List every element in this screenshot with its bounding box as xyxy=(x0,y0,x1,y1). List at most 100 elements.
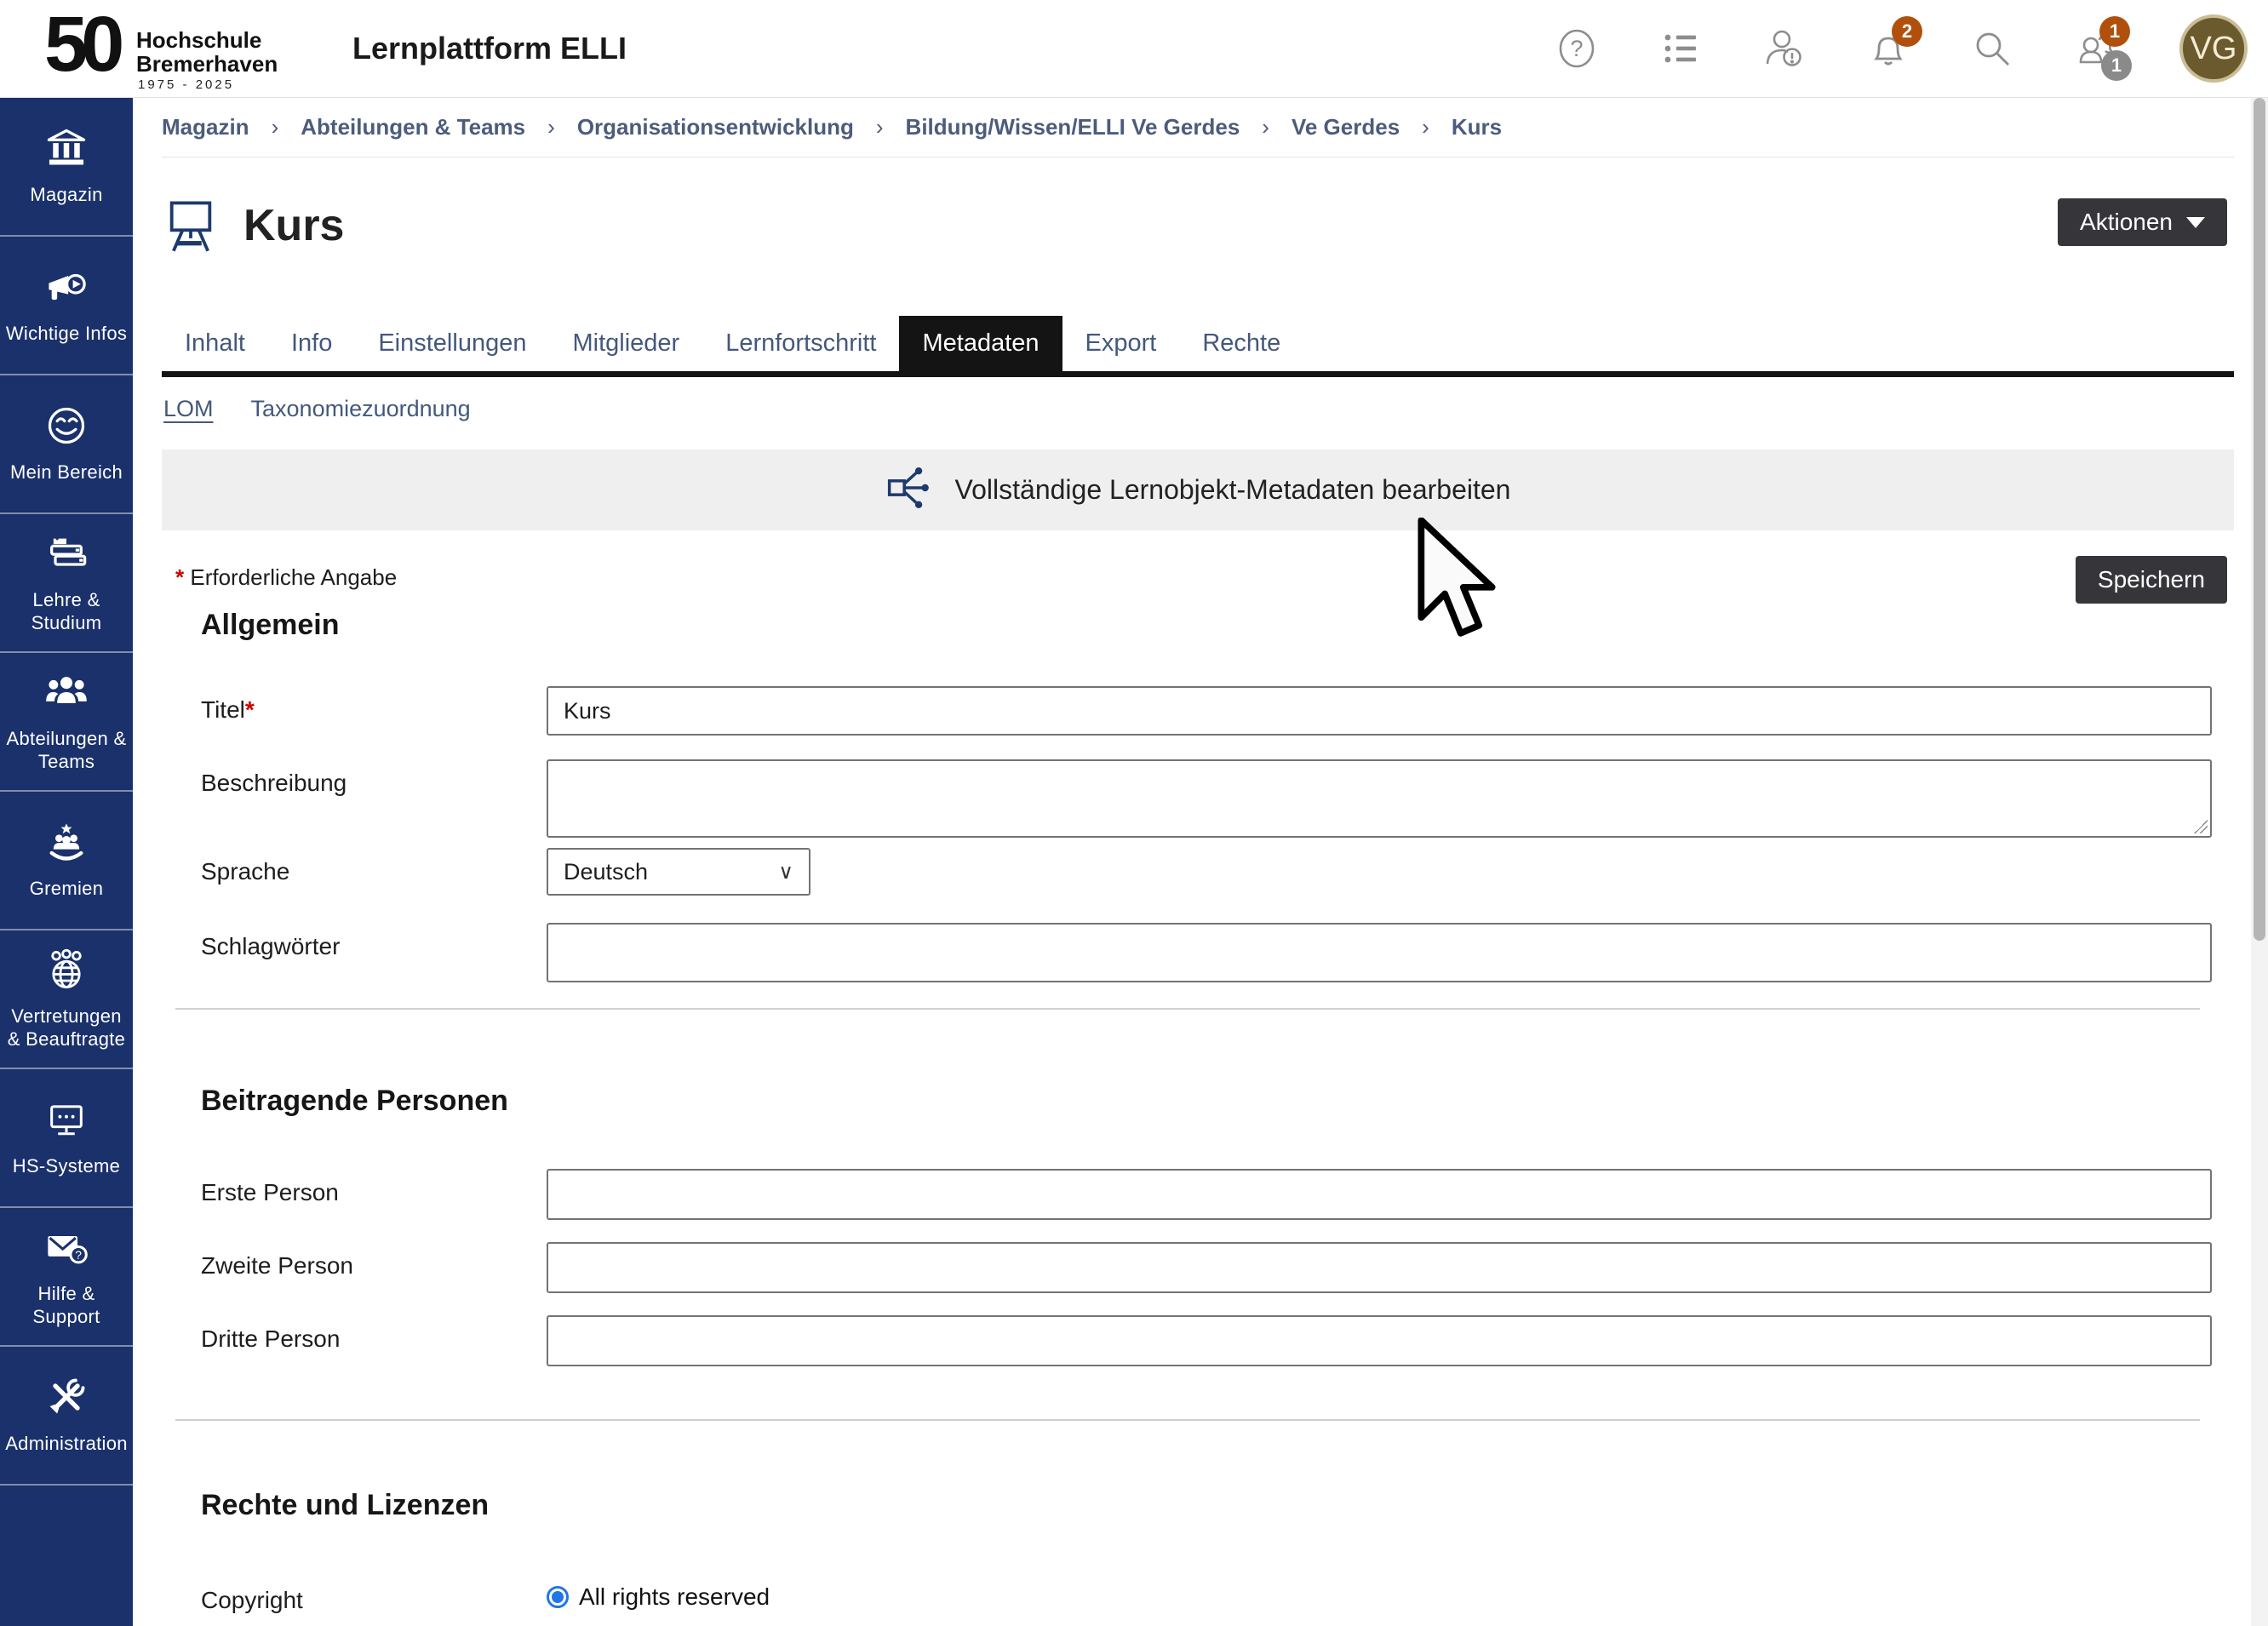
resize-grip[interactable] xyxy=(2194,820,2208,833)
sidebar-item-label: Lehre & Studium xyxy=(3,588,130,635)
sidebar-item-mein-bereich[interactable]: Mein Bereich xyxy=(0,375,133,514)
sidebar-item-label: Vertretungen & Beauftragte xyxy=(3,1005,130,1051)
notifications-badge: 2 xyxy=(1892,16,1922,47)
copyright-radio-option[interactable]: All rights reserved xyxy=(547,1577,2212,1611)
breadcrumb-separator: › xyxy=(547,114,555,140)
help-icon[interactable]: ? xyxy=(1556,28,1597,69)
subtab-bar: LOM Taxonomiezuordnung xyxy=(162,377,2234,439)
books-icon xyxy=(44,531,89,588)
course-easel-icon xyxy=(162,195,220,256)
globe-people-icon xyxy=(44,948,89,1005)
logo-50: 50 xyxy=(44,8,117,82)
field-label-beschreibung: Beschreibung xyxy=(201,759,547,797)
tab-rechte[interactable]: Rechte xyxy=(1179,316,1303,371)
radio-selected-icon[interactable] xyxy=(547,1586,569,1608)
breadcrumb-link[interactable]: Magazin xyxy=(162,114,249,140)
subtab-lom[interactable]: LOM xyxy=(163,396,214,422)
actions-button[interactable]: Aktionen xyxy=(2058,198,2227,246)
university-logo[interactable]: 50 Hochschule Bremerhaven 1975 - 2025 xyxy=(44,6,300,91)
breadcrumb-link[interactable]: Ve Gerdes xyxy=(1292,114,1400,140)
page-title-row: Kurs Aktionen xyxy=(162,186,2234,265)
save-button[interactable]: Speichern xyxy=(2076,556,2227,604)
sidebar-item-gremien[interactable]: Gremien xyxy=(0,792,133,930)
sidebar-item-vertretungen[interactable]: Vertretungen & Beauftragte xyxy=(0,930,133,1069)
tab-einstellungen[interactable]: Einstellungen xyxy=(355,316,549,371)
form-row-titel: Titel* xyxy=(162,686,2234,736)
sidebar-item-wichtige-infos[interactable]: Wichtige Infos xyxy=(0,237,133,375)
logo-years: 1975 - 2025 xyxy=(138,77,234,92)
tab-mitglieder[interactable]: Mitglieder xyxy=(549,316,702,371)
vertical-scrollbar[interactable] xyxy=(2251,98,2268,1626)
schlagwoerter-input[interactable] xyxy=(547,923,2212,982)
erste-person-input[interactable] xyxy=(547,1169,2212,1220)
avatar[interactable]: VG xyxy=(2179,14,2248,83)
bell-icon[interactable]: 2 xyxy=(1868,28,1909,69)
breadcrumb-separator: › xyxy=(1422,114,1429,140)
field-label-dritte-person: Dritte Person xyxy=(201,1315,547,1353)
section-divider xyxy=(175,1008,2200,1010)
breadcrumb-link[interactable]: Organisationsentwicklung xyxy=(577,114,854,140)
edit-full-metadata-link[interactable]: Vollständige Lernobjekt-Metadaten bearbe… xyxy=(162,449,2234,530)
breadcrumb-separator: › xyxy=(272,114,279,140)
required-note: * Erforderliche Angabe xyxy=(175,564,397,591)
metadata-tree-icon xyxy=(885,466,933,514)
bank-icon xyxy=(44,126,89,183)
sidebar-item-magazin[interactable]: Magazin xyxy=(0,98,133,237)
contacts-badge-secondary: 1 xyxy=(2101,50,2132,81)
app-title: Lernplattform ELLI xyxy=(352,31,627,66)
tools-icon xyxy=(44,1375,89,1432)
form-row-copyright: Copyright All rights reserved xyxy=(162,1577,2234,1614)
sidebar-item-lehre-studium[interactable]: Lehre & Studium xyxy=(0,514,133,653)
section-heading-allgemein: Allgemein xyxy=(201,609,2234,642)
sidebar-item-label: HS-Systeme xyxy=(13,1154,120,1178)
field-label-sprache: Sprache xyxy=(201,848,547,885)
section-heading-rechte: Rechte und Lizenzen xyxy=(201,1489,2234,1522)
sidebar-item-label: Magazin xyxy=(30,183,102,207)
form-row-beschreibung: Beschreibung xyxy=(162,759,2234,838)
contacts-icon[interactable]: 1 1 xyxy=(2076,28,2116,69)
breadcrumb-link[interactable]: Bildung/Wissen/ELLI Ve Gerdes xyxy=(906,114,1240,140)
breadcrumb: Magazin › Abteilungen & Teams › Organisa… xyxy=(162,98,2234,157)
tab-info[interactable]: Info xyxy=(268,316,355,371)
field-label-copyright: Copyright xyxy=(201,1577,547,1614)
tab-export[interactable]: Export xyxy=(1062,316,1180,371)
language-select-value: Deutsch xyxy=(564,859,648,885)
section-heading-beitragende: Beitragende Personen xyxy=(201,1085,2234,1118)
tab-inhalt[interactable]: Inhalt xyxy=(162,316,268,371)
breadcrumb-current[interactable]: Kurs xyxy=(1452,114,1502,140)
sidebar-item-label: Administration xyxy=(5,1432,128,1456)
scrollbar-thumb[interactable] xyxy=(2254,98,2265,941)
monitor-icon xyxy=(44,1097,89,1154)
dritte-person-input[interactable] xyxy=(547,1315,2212,1366)
smiley-icon xyxy=(44,404,89,461)
banner-label: Vollständige Lernobjekt-Metadaten bearbe… xyxy=(955,474,1511,506)
search-icon[interactable] xyxy=(1972,28,2013,69)
task-list-icon[interactable] xyxy=(1660,28,1701,69)
svg-text:?: ? xyxy=(75,1248,82,1262)
logo-line2: Bremerhaven xyxy=(136,52,278,76)
user-alert-icon[interactable] xyxy=(1764,28,1805,69)
sidebar-item-hs-systeme[interactable]: HS-Systeme xyxy=(0,1069,133,1208)
subtab-taxonomiezuordnung[interactable]: Taxonomiezuordnung xyxy=(251,396,471,422)
sidebar-item-label: Mein Bereich xyxy=(10,461,123,484)
top-header: 50 Hochschule Bremerhaven 1975 - 2025 Le… xyxy=(0,0,2268,98)
field-label-erste-person: Erste Person xyxy=(201,1169,547,1206)
sidebar-item-abteilungen-teams[interactable]: Abteilungen & Teams xyxy=(0,653,133,792)
beschreibung-textarea[interactable] xyxy=(547,759,2212,838)
chevron-down-icon: ∨ xyxy=(778,860,793,885)
actions-button-label: Aktionen xyxy=(2080,209,2173,236)
zweite-person-input[interactable] xyxy=(547,1242,2212,1293)
copyright-radio-label: All rights reserved xyxy=(579,1583,770,1611)
form-row-zweite-person: Zweite Person xyxy=(162,1242,2234,1293)
form-row-erste-person: Erste Person xyxy=(162,1169,2234,1220)
chevron-down-icon xyxy=(2186,217,2205,228)
titel-input[interactable] xyxy=(547,686,2212,736)
tab-metadaten[interactable]: Metadaten xyxy=(899,316,1062,371)
language-select[interactable]: Deutsch ∨ xyxy=(547,848,810,896)
sidebar-item-hilfe-support[interactable]: ? Hilfe & Support xyxy=(0,1208,133,1347)
sidebar-item-administration[interactable]: Administration xyxy=(0,1347,133,1486)
screen: 50 Hochschule Bremerhaven 1975 - 2025 Le… xyxy=(0,0,2268,1626)
breadcrumb-link[interactable]: Abteilungen & Teams xyxy=(301,114,525,140)
tab-lernfortschritt[interactable]: Lernfortschritt xyxy=(702,316,899,371)
people-icon xyxy=(44,670,89,727)
